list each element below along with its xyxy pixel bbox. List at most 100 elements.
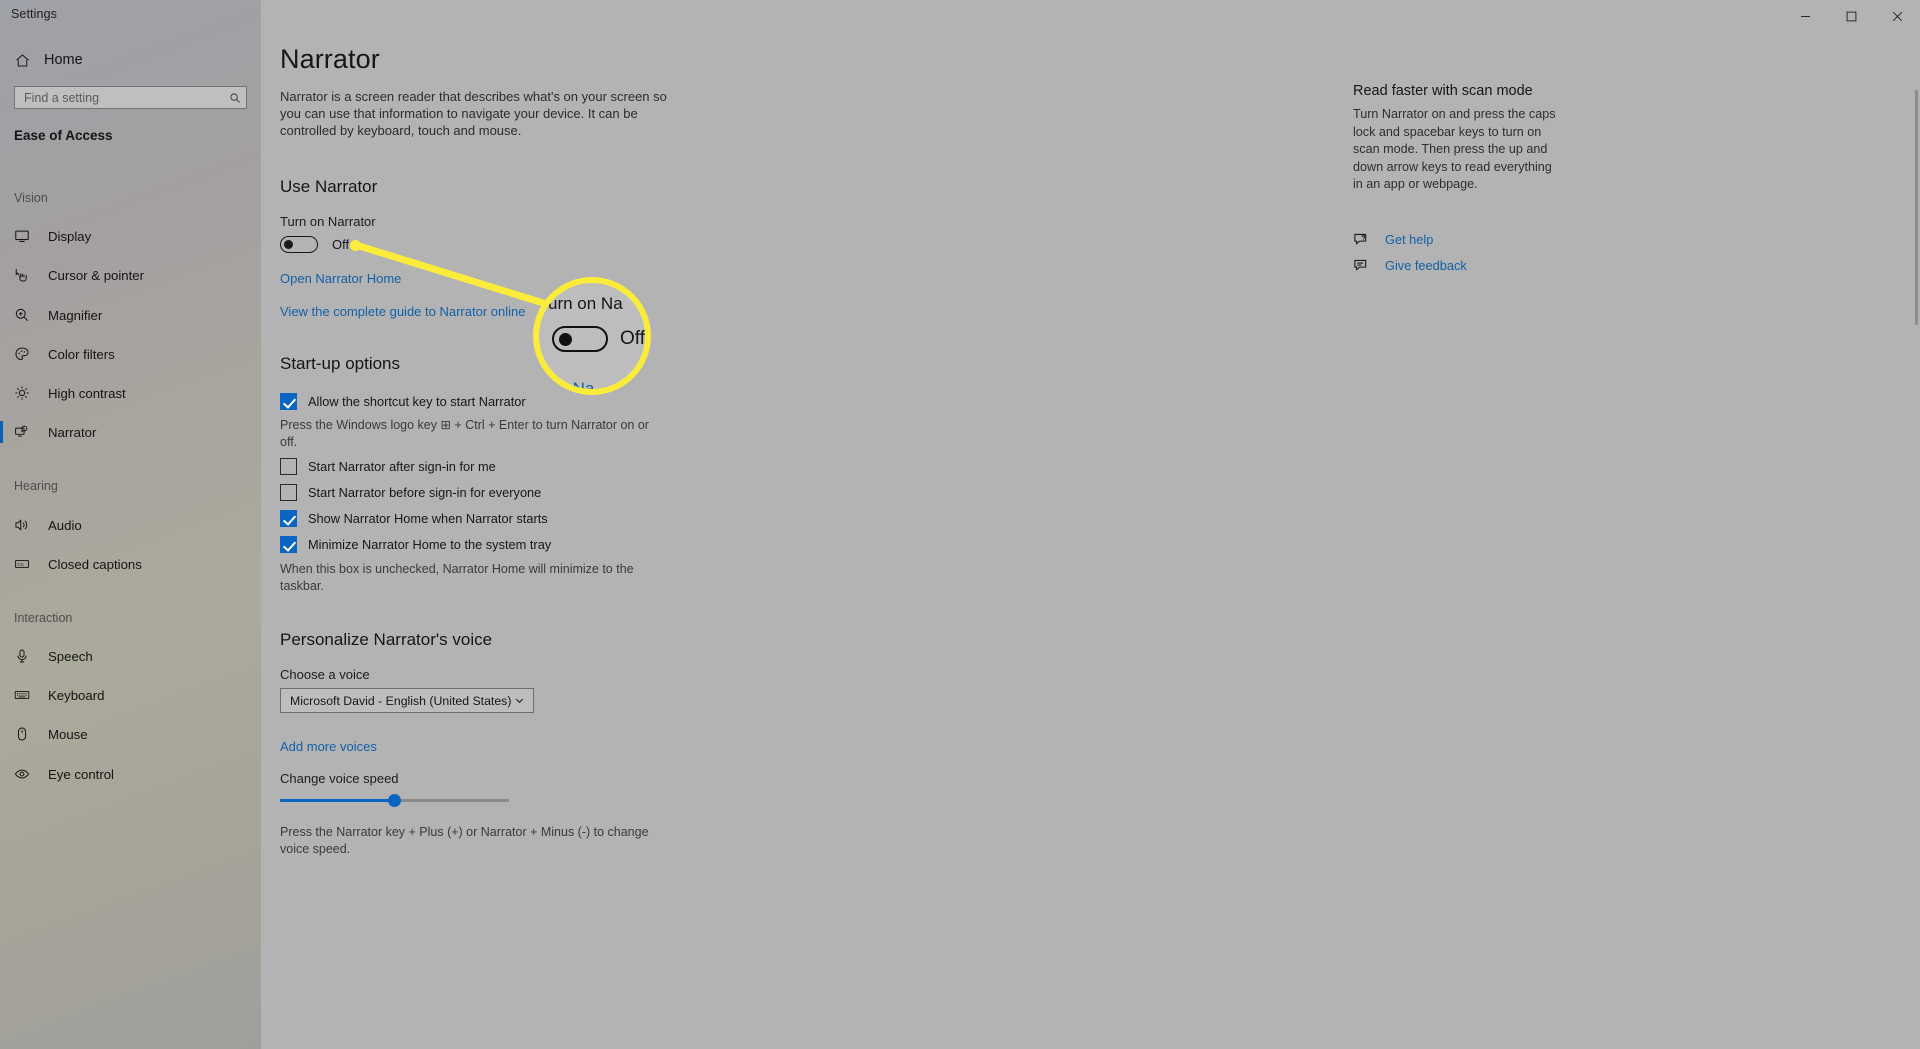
close-button[interactable] bbox=[1874, 0, 1920, 32]
svg-text:CC: CC bbox=[18, 562, 25, 567]
cursor-pointer-icon bbox=[14, 267, 38, 283]
sidebar: Home Ease of Access Vision Display bbox=[0, 0, 261, 1049]
page-title: Narrator bbox=[280, 44, 380, 74]
toggle-knob bbox=[284, 240, 293, 249]
add-more-voices-link[interactable]: Add more voices bbox=[280, 739, 377, 754]
sidebar-item-audio[interactable]: Audio bbox=[0, 510, 261, 540]
checkbox-row-shortcut-key[interactable]: Allow the shortcut key to start Narrator bbox=[280, 393, 526, 410]
give-feedback-link[interactable]: Give feedback bbox=[1353, 257, 1467, 274]
sidebar-section-title: Ease of Access bbox=[14, 128, 113, 143]
sidebar-group-hearing: Hearing bbox=[14, 479, 58, 493]
sidebar-item-home[interactable]: Home bbox=[0, 46, 261, 74]
sidebar-label-magnifier: Magnifier bbox=[48, 307, 103, 323]
voice-select[interactable]: Microsoft David - English (United States… bbox=[280, 688, 534, 713]
sidebar-label-cursor-pointer: Cursor & pointer bbox=[48, 267, 145, 283]
sidebar-group-interaction: Interaction bbox=[14, 611, 73, 625]
checkbox-label-show-home: Show Narrator Home when Narrator starts bbox=[308, 511, 548, 526]
sidebar-item-speech[interactable]: Speech bbox=[0, 641, 261, 671]
voice-speed-slider[interactable] bbox=[280, 792, 509, 810]
closed-captions-icon: CC bbox=[14, 556, 38, 572]
eye-icon bbox=[14, 766, 38, 782]
mouse-icon bbox=[14, 726, 38, 742]
section-heading-startup: Start-up options bbox=[280, 354, 401, 373]
sidebar-item-magnifier[interactable]: Magnifier bbox=[0, 300, 261, 330]
change-voice-speed-label: Change voice speed bbox=[280, 771, 399, 786]
vertical-scrollbar[interactable] bbox=[1913, 32, 1920, 1049]
get-help-label: Get help bbox=[1385, 232, 1434, 247]
page-description: Narrator is a screen reader that describ… bbox=[280, 89, 667, 138]
main-content: Narrator Narrator is a screen reader tha… bbox=[261, 0, 1920, 1049]
sidebar-group-vision: Vision bbox=[14, 191, 48, 205]
sidebar-label-display: Display bbox=[48, 228, 92, 244]
help-chat-icon bbox=[1353, 231, 1377, 248]
sidebar-item-cursor-pointer[interactable]: Cursor & pointer bbox=[0, 260, 261, 290]
feedback-icon bbox=[1353, 257, 1377, 274]
search-input[interactable] bbox=[15, 90, 224, 105]
checkbox-row-minimize-tray[interactable]: Minimize Narrator Home to the system tra… bbox=[280, 536, 551, 553]
sidebar-item-display[interactable]: Display bbox=[0, 221, 261, 251]
section-heading-use-narrator: Use Narrator bbox=[280, 177, 378, 196]
checkbox-row-after-signin[interactable]: Start Narrator after sign-in for me bbox=[280, 458, 496, 475]
sidebar-item-narrator[interactable]: Narrator bbox=[0, 417, 261, 447]
sidebar-label-closed-captions: Closed captions bbox=[48, 556, 142, 572]
sidebar-item-mouse[interactable]: Mouse bbox=[0, 719, 261, 749]
give-feedback-label: Give feedback bbox=[1385, 258, 1467, 273]
brightness-icon bbox=[14, 385, 38, 401]
checkbox-start-before-signin[interactable] bbox=[280, 484, 297, 501]
sidebar-label-color-filters: Color filters bbox=[48, 346, 115, 362]
turn-on-narrator-label: Turn on Narrator bbox=[280, 214, 376, 229]
search-box[interactable] bbox=[14, 86, 247, 109]
sidebar-label-speech: Speech bbox=[48, 648, 93, 664]
monitor-icon bbox=[14, 228, 38, 244]
checkbox-label-allow-shortcut: Allow the shortcut key to start Narrator bbox=[308, 394, 526, 409]
chevron-down-icon bbox=[514, 695, 525, 706]
keyboard-icon bbox=[14, 687, 38, 703]
minimize-tray-note: When this box is unchecked, Narrator Hom… bbox=[280, 562, 634, 593]
sidebar-item-high-contrast[interactable]: High contrast bbox=[0, 378, 261, 408]
sidebar-label-narrator: Narrator bbox=[48, 424, 97, 440]
toggle-state-label: Off bbox=[332, 237, 350, 252]
checkbox-label-after-signin: Start Narrator after sign-in for me bbox=[308, 459, 496, 474]
turn-on-narrator-toggle-row[interactable]: Off bbox=[280, 236, 349, 253]
scrollbar-thumb[interactable] bbox=[1915, 90, 1918, 325]
voice-select-value: Microsoft David - English (United States… bbox=[290, 693, 512, 708]
sidebar-label-keyboard: Keyboard bbox=[48, 687, 105, 703]
checkbox-show-narrator-home[interactable] bbox=[280, 510, 297, 527]
magnifier-icon bbox=[14, 307, 38, 323]
home-icon bbox=[14, 52, 40, 69]
app-title: Settings bbox=[11, 7, 57, 21]
title-bar: Settings bbox=[0, 0, 1920, 32]
sidebar-home-label: Home bbox=[44, 52, 83, 68]
slider-fill bbox=[280, 799, 395, 802]
checkbox-label-minimize-tray: Minimize Narrator Home to the system tra… bbox=[308, 537, 552, 552]
palette-icon bbox=[14, 346, 38, 362]
choose-voice-label: Choose a voice bbox=[280, 667, 370, 682]
section-heading-voice: Personalize Narrator's voice bbox=[280, 630, 493, 649]
microphone-icon bbox=[14, 648, 38, 664]
right-panel-title: Read faster with scan mode bbox=[1353, 83, 1533, 99]
maximize-button[interactable] bbox=[1828, 0, 1874, 32]
window-controls bbox=[1782, 0, 1920, 32]
shortcut-key-note: Press the Windows logo key ⊞ + Ctrl + En… bbox=[280, 418, 649, 449]
sidebar-label-eye-control: Eye control bbox=[48, 766, 114, 782]
minimize-button[interactable] bbox=[1782, 0, 1828, 32]
checkbox-minimize-to-tray[interactable] bbox=[280, 536, 297, 553]
sidebar-item-color-filters[interactable]: Color filters bbox=[0, 339, 261, 369]
get-help-link[interactable]: Get help bbox=[1353, 231, 1433, 248]
checkbox-allow-shortcut[interactable] bbox=[280, 393, 297, 410]
sidebar-label-mouse: Mouse bbox=[48, 726, 88, 742]
sidebar-label-audio: Audio bbox=[48, 517, 82, 533]
checkbox-row-show-home[interactable]: Show Narrator Home when Narrator starts bbox=[280, 510, 548, 527]
sidebar-item-keyboard[interactable]: Keyboard bbox=[0, 680, 261, 710]
turn-on-narrator-toggle[interactable] bbox=[280, 236, 318, 253]
slider-thumb[interactable] bbox=[388, 794, 401, 807]
voice-speed-note: Press the Narrator key + Plus (+) or Nar… bbox=[280, 825, 649, 856]
sidebar-item-eye-control[interactable]: Eye control bbox=[0, 759, 261, 789]
open-narrator-home-link[interactable]: Open Narrator Home bbox=[280, 271, 401, 286]
sidebar-label-high-contrast: High contrast bbox=[48, 385, 126, 401]
checkbox-row-before-signin[interactable]: Start Narrator before sign-in for everyo… bbox=[280, 484, 541, 501]
sidebar-item-closed-captions[interactable]: CC Closed captions bbox=[0, 549, 261, 579]
speaker-icon bbox=[14, 517, 38, 533]
checkbox-start-after-signin[interactable] bbox=[280, 458, 297, 475]
narrator-guide-link[interactable]: View the complete guide to Narrator onli… bbox=[280, 304, 525, 319]
